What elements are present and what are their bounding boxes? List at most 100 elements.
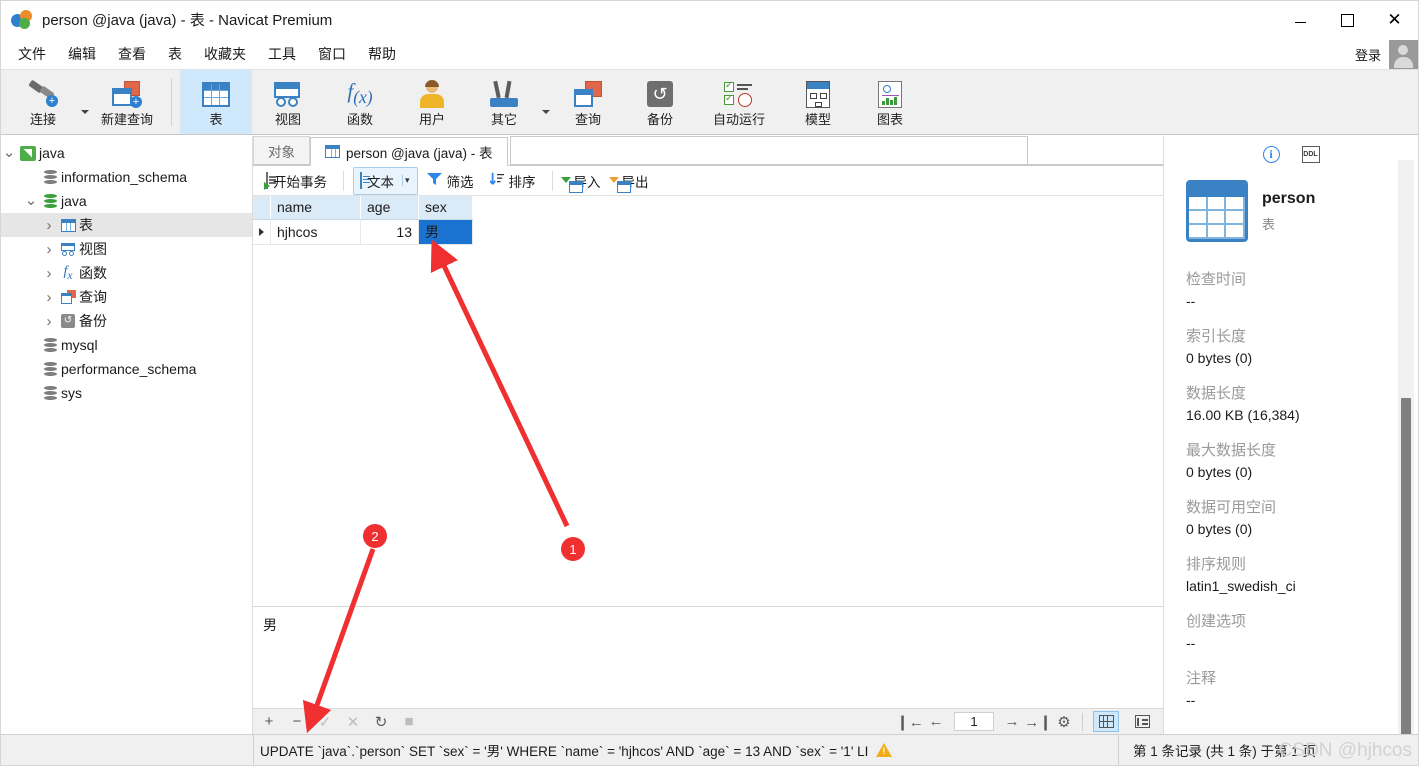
page-number-input[interactable]: 1 — [954, 712, 994, 731]
close-button[interactable]: ✕ — [1371, 1, 1418, 39]
ribbon-button-automation[interactable]: 自动运行 — [696, 70, 782, 134]
chevron-down-icon[interactable] — [23, 198, 39, 204]
menu-item-edit[interactable]: 编辑 — [57, 40, 107, 68]
user-icon — [419, 78, 445, 110]
editor-value: 男 — [263, 617, 277, 633]
table-row[interactable]: hjhcos 13 男 — [253, 219, 473, 245]
field-key: 创建选项 — [1186, 613, 1247, 630]
chevron-right-icon[interactable] — [41, 313, 57, 330]
export-button[interactable]: 导出 — [608, 167, 656, 195]
refresh-button[interactable]: ↻ — [373, 713, 389, 731]
chevron-right-icon[interactable] — [41, 289, 57, 306]
sidebar-item-performance-schema[interactable]: performance_schema — [1, 357, 252, 381]
database-green-icon — [39, 193, 61, 209]
ribbon-button-table[interactable]: 表 — [180, 70, 252, 134]
begin-transaction-button[interactable]: 开始事务 — [259, 167, 334, 195]
menu-item-tools[interactable]: 工具 — [257, 40, 307, 68]
menu-item-file[interactable]: 文件 — [7, 40, 57, 68]
grid-view-toggle[interactable] — [1093, 711, 1119, 732]
database-gray-icon — [39, 169, 61, 185]
stop-button[interactable]: ■ — [401, 713, 417, 731]
filter-button[interactable]: 筛选 — [420, 167, 481, 195]
tab-strip-spacer — [1027, 164, 1163, 165]
ribbon-label: 自动运行 — [712, 112, 765, 127]
sidebar-item-information-schema[interactable]: information_schema — [1, 165, 252, 189]
ribbon-button-view[interactable]: 视图 — [252, 70, 324, 134]
tree-label: 备份 — [79, 313, 107, 329]
sidebar-item-tables[interactable]: 表 — [1, 213, 252, 237]
sidebar-item-connection-java[interactable]: java — [1, 141, 252, 165]
sidebar-item-mysql[interactable]: mysql — [1, 333, 252, 357]
tab-objects[interactable]: 对象 — [253, 136, 310, 165]
sidebar-item-database-java[interactable]: java — [1, 189, 252, 213]
warning-icon[interactable] — [876, 743, 893, 757]
chevron-down-icon[interactable] — [1, 150, 17, 156]
info-panel-fields: 检查时间 -- 索引长度 0 bytes (0) 数据长度 16.00 KB (… — [1164, 268, 1418, 708]
ribbon-button-query[interactable]: 查询 — [552, 70, 624, 134]
add-record-button[interactable]: + — [261, 713, 277, 731]
first-page-button[interactable]: ❙← — [896, 713, 924, 731]
queries-folder-icon — [57, 290, 79, 304]
info-panel-scrollbar-thumb[interactable] — [1401, 398, 1411, 734]
chevron-right-icon[interactable] — [41, 265, 57, 282]
cell-value-editor[interactable]: 男 — [253, 606, 1163, 708]
ddl-icon[interactable]: DDL — [1301, 145, 1320, 163]
object-tree-sidebar[interactable]: java information_schema java 表 — [1, 136, 253, 734]
other-dropdown-caret-icon[interactable] — [540, 70, 552, 134]
menu-item-window[interactable]: 窗口 — [307, 40, 357, 68]
menu-item-help[interactable]: 帮助 — [357, 40, 407, 68]
sort-button[interactable]: 排序 — [483, 167, 543, 195]
connection-dropdown-caret-icon[interactable] — [79, 70, 91, 134]
settings-gear-icon[interactable]: ⚙ — [1056, 713, 1072, 731]
maximize-button[interactable] — [1324, 1, 1371, 39]
cell-age[interactable]: 13 — [360, 219, 419, 245]
cell-sex[interactable]: 男 — [418, 219, 473, 245]
ribbon-button-user[interactable]: 用户 — [396, 70, 468, 134]
menu-item-favorites[interactable]: 收藏夹 — [193, 40, 257, 68]
menu-item-table[interactable]: 表 — [157, 40, 193, 68]
minimize-button[interactable] — [1277, 1, 1324, 39]
ribbon-label: 其它 — [490, 112, 517, 127]
menu-item-view[interactable]: 查看 — [107, 40, 157, 68]
other-tools-icon — [490, 78, 518, 110]
column-header-sex[interactable]: sex — [418, 196, 473, 220]
data-grid[interactable]: name age sex hjhcos 13 男 — [253, 196, 1163, 606]
avatar[interactable] — [1389, 39, 1418, 69]
cell-name[interactable]: hjhcos — [270, 219, 361, 245]
info-icon[interactable]: i — [1262, 145, 1280, 163]
next-page-button[interactable]: → — [1004, 713, 1020, 731]
chevron-down-icon[interactable]: ▾ — [402, 175, 411, 186]
ribbon-button-connection[interactable]: + 连接 — [7, 70, 79, 134]
ribbon-button-chart[interactable]: 图表 — [854, 70, 926, 134]
prev-page-button[interactable]: ← — [928, 713, 944, 731]
sidebar-item-queries[interactable]: 查询 — [1, 285, 252, 309]
login-link[interactable]: 登录 — [1355, 45, 1389, 64]
last-page-button[interactable]: →❙ — [1024, 713, 1052, 731]
tab-person-table[interactable]: person @java (java) - 表 — [310, 137, 508, 166]
import-button[interactable]: 导入 — [560, 167, 608, 195]
status-bar: UPDATE `java`.`person` SET `sex` = '男' W… — [1, 734, 1418, 765]
sidebar-item-functions[interactable]: fx 函数 — [1, 261, 252, 285]
column-header-name[interactable]: name — [270, 196, 361, 220]
database-gray-icon — [39, 337, 61, 353]
chevron-right-icon[interactable] — [41, 241, 57, 258]
sidebar-item-sys[interactable]: sys — [1, 381, 252, 405]
apply-changes-button[interactable]: ✓ — [317, 713, 333, 731]
delete-record-button[interactable]: − — [289, 713, 305, 731]
ribbon-button-model[interactable]: 模型 — [782, 70, 854, 134]
form-view-toggle[interactable] — [1129, 711, 1155, 732]
text-view-button[interactable]: 文本 ▾ — [353, 166, 418, 195]
sidebar-item-views[interactable]: 视图 — [1, 237, 252, 261]
ribbon-button-other[interactable]: 其它 — [468, 70, 540, 134]
tables-folder-icon — [57, 218, 79, 232]
table-header-row: name age sex — [253, 196, 473, 220]
ribbon-button-backup[interactable]: 备份 — [624, 70, 696, 134]
ribbon-button-new-query[interactable]: + 新建查询 — [91, 70, 163, 134]
cancel-changes-button[interactable]: ✕ — [345, 713, 361, 731]
ribbon-button-function[interactable]: f(x) 函数 — [324, 70, 396, 134]
data-table: name age sex hjhcos 13 男 — [253, 196, 473, 245]
column-header-age[interactable]: age — [360, 196, 419, 220]
sidebar-item-backups[interactable]: 备份 — [1, 309, 252, 333]
chevron-right-icon[interactable] — [41, 217, 57, 234]
query-icon — [574, 78, 602, 110]
